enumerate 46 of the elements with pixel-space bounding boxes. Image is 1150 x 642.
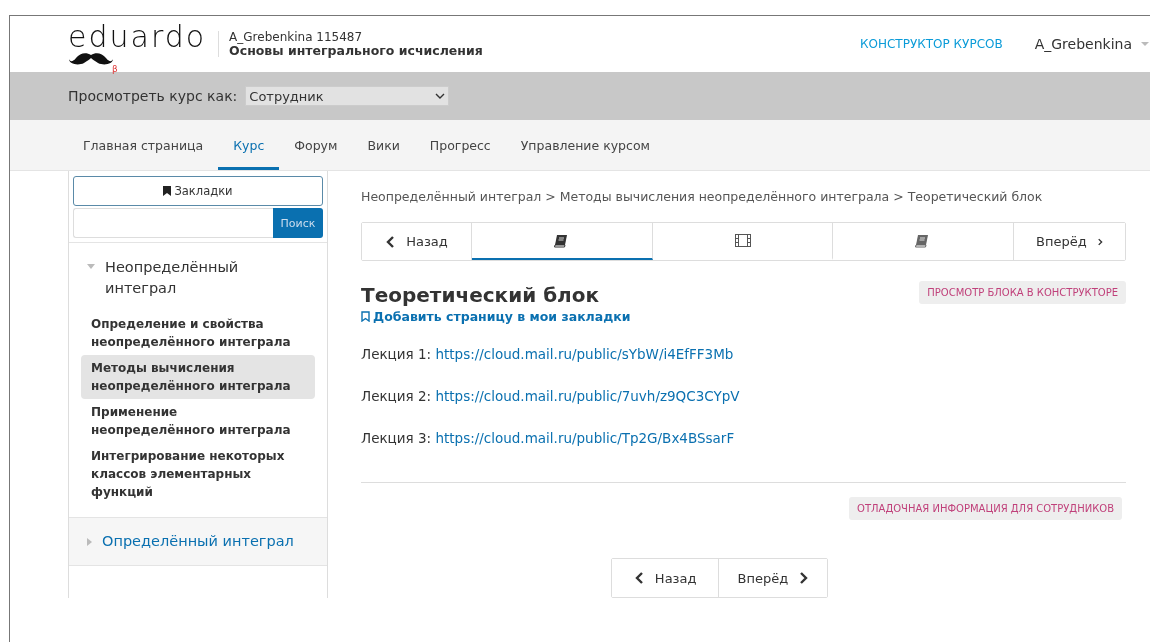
- nav-tab[interactable]: Прогресс: [414, 123, 506, 170]
- section-link[interactable]: Методы вычисления неопределённого интеграла: [81, 355, 315, 399]
- lecture-link[interactable]: https://cloud.mail.ru/public/7uvh/z9QC3CYpV: [435, 388, 740, 404]
- chevron-down-icon: [435, 93, 446, 99]
- bookmark-link[interactable]: Добавить страницу в мои закладки: [361, 309, 631, 324]
- bookmark-icon: [163, 186, 172, 196]
- previous-button[interactable]: Назад: [611, 559, 720, 597]
- course-title: Основы интегрального исчисления: [229, 44, 483, 57]
- chapter-title[interactable]: Неопределённый интеграл: [105, 257, 275, 299]
- studio-view-button[interactable]: ПРОСМОТР БЛОКА В КОНСТРУКТОРЕ: [919, 281, 1126, 304]
- unit-title: Теоретический блок: [361, 283, 600, 307]
- section-link[interactable]: Определение и свойства неопределённого интеграла: [81, 311, 315, 355]
- course-code: A_Grebenkina 115487: [229, 31, 364, 44]
- nav-tab[interactable]: Курс: [218, 123, 280, 170]
- caret-icon: [1140, 41, 1150, 47]
- chevron-right-icon: [798, 571, 810, 585]
- lecture-label: Лекция 2:: [361, 388, 432, 404]
- search-button[interactable]: Поиск: [273, 208, 323, 238]
- search-field[interactable]: [73, 208, 273, 238]
- book-icon: [553, 233, 570, 248]
- logo[interactable]: eduardo: [68, 22, 207, 52]
- next-button[interactable]: Вперёд: [1013, 223, 1125, 260]
- section-link[interactable]: Применение неопределённого интеграла: [81, 399, 315, 443]
- chevron-left-icon: [633, 571, 645, 585]
- nav-tab[interactable]: Форум: [279, 123, 353, 170]
- nav-tab[interactable]: Управление курсом: [505, 123, 665, 170]
- debug-info-button[interactable]: ОТЛАДОЧНАЯ ИНФОРМАЦИЯ ДЛЯ СОТРУДНИКОВ: [849, 497, 1122, 520]
- lecture-link[interactable]: https://cloud.mail.ru/public/Tp2G/Bx4BSsarF: [435, 430, 735, 446]
- section-link[interactable]: Интегрирование некоторых классов элементарных функций: [81, 443, 315, 505]
- lecture-link[interactable]: https://cloud.mail.ru/public/sYbW/i4EfFF3Mb: [435, 346, 734, 362]
- nav-tab[interactable]: Вики: [352, 123, 415, 170]
- mustache-icon: [68, 52, 114, 66]
- bookmarks-button[interactable]: Закладки: [73, 176, 323, 206]
- username[interactable]: A_Grebenkina: [1034, 36, 1132, 52]
- lecture-label: Лекция 1:: [361, 346, 432, 362]
- film-icon: [734, 233, 751, 248]
- breadcrumb: Неопределённый интеграл > Методы вычисления неопределённого интеграла > Теоретический блок: [361, 189, 1044, 204]
- beta-label: β: [112, 64, 118, 74]
- previous-button[interactable]: Назад: [362, 223, 472, 260]
- bookmark-outline-icon: [361, 311, 370, 322]
- chevron-left-icon: [385, 234, 397, 249]
- role-select[interactable]: Сотрудник: [245, 86, 450, 106]
- unit-tab[interactable]: [472, 223, 653, 260]
- lecture-label: Лекция 3:: [361, 430, 432, 446]
- view-as-label: Просмотреть курс как:: [68, 88, 238, 104]
- nav-tab[interactable]: Главная страница: [68, 123, 219, 170]
